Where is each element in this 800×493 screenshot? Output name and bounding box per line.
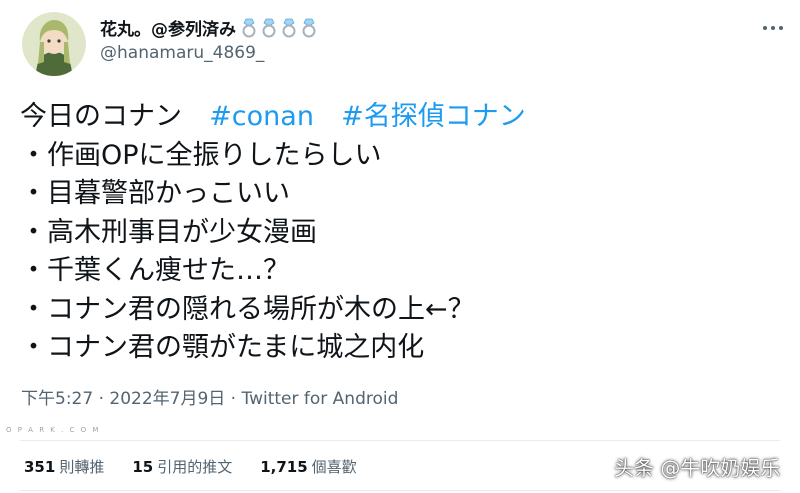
display-name-text: 花丸。@参列済み — [100, 20, 236, 40]
hashtag-link[interactable]: #名探偵コナン — [341, 101, 526, 132]
ring-icon — [260, 18, 278, 38]
tweet-timestamp[interactable]: 下午5:27 · 2022年7月9日 · — [21, 389, 242, 409]
more-options-button[interactable] — [758, 18, 788, 38]
likes-count: 1,715 — [260, 458, 308, 476]
tweet-text: 今日のコナン #conan #名探偵コナン ・作画OPに全振りしたらしい ・目暮… — [20, 98, 780, 368]
divider — [20, 440, 780, 441]
user-handle[interactable]: @hanamaru_4869_ — [100, 43, 264, 63]
badge-icons — [240, 18, 318, 38]
ring-icon — [300, 18, 318, 38]
avatar-image — [22, 12, 86, 76]
quotes-count: 15 — [132, 458, 154, 476]
retweets-stat[interactable]: 351 則轉推 — [24, 456, 104, 477]
more-dot — [771, 26, 775, 30]
watermark-small: O P A R K . C O M — [6, 426, 101, 434]
display-name[interactable]: 花丸。@参列済み — [100, 15, 318, 40]
quotes-stat[interactable]: 15 引用的推文 — [132, 456, 232, 477]
tweet-bullet-line: ・目暮警部かっこいい — [20, 178, 290, 209]
ring-icon — [280, 18, 298, 38]
tweet-bullet-line: ・千葉くん痩せた…？ — [20, 255, 290, 286]
more-dot — [763, 26, 767, 30]
likes-stat[interactable]: 1,715 個喜歡 — [260, 456, 356, 477]
quotes-label: 引用的推文 — [157, 458, 233, 476]
more-dot — [779, 26, 783, 30]
avatar[interactable] — [22, 12, 86, 76]
tweet-bullet-line: ・作画OPに全振りしたらしい — [20, 139, 382, 171]
tweet-first-line: 今日のコナン #conan #名探偵コナン — [20, 98, 780, 137]
engagement-stats: 351 則轉推 15 引用的推文 1,715 個喜歡 — [24, 456, 357, 477]
tweet-intro-text: 今日のコナン — [20, 101, 182, 132]
attribution-watermark: 头条 @牛吹奶娱乐 — [614, 456, 781, 480]
likes-label: 個喜歡 — [311, 458, 357, 476]
ring-icon — [240, 18, 258, 38]
tweet-bullet-line: ・コナン君の顎がたまに城之内化 — [20, 332, 425, 363]
retweets-count: 351 — [24, 458, 56, 476]
tweet-bullet-line: ・コナン君の隠れる場所が木の上←？ — [20, 293, 475, 325]
tweet-meta: 下午5:27 · 2022年7月9日 · Twitter for Android — [21, 384, 398, 409]
tweet-source[interactable]: Twitter for Android — [242, 389, 399, 409]
retweets-label: 則轉推 — [59, 458, 105, 476]
divider — [20, 490, 780, 491]
tweet-bullet-line: ・高木刑事目が少女漫画 — [20, 216, 317, 248]
hashtag-link[interactable]: #conan — [209, 101, 314, 132]
